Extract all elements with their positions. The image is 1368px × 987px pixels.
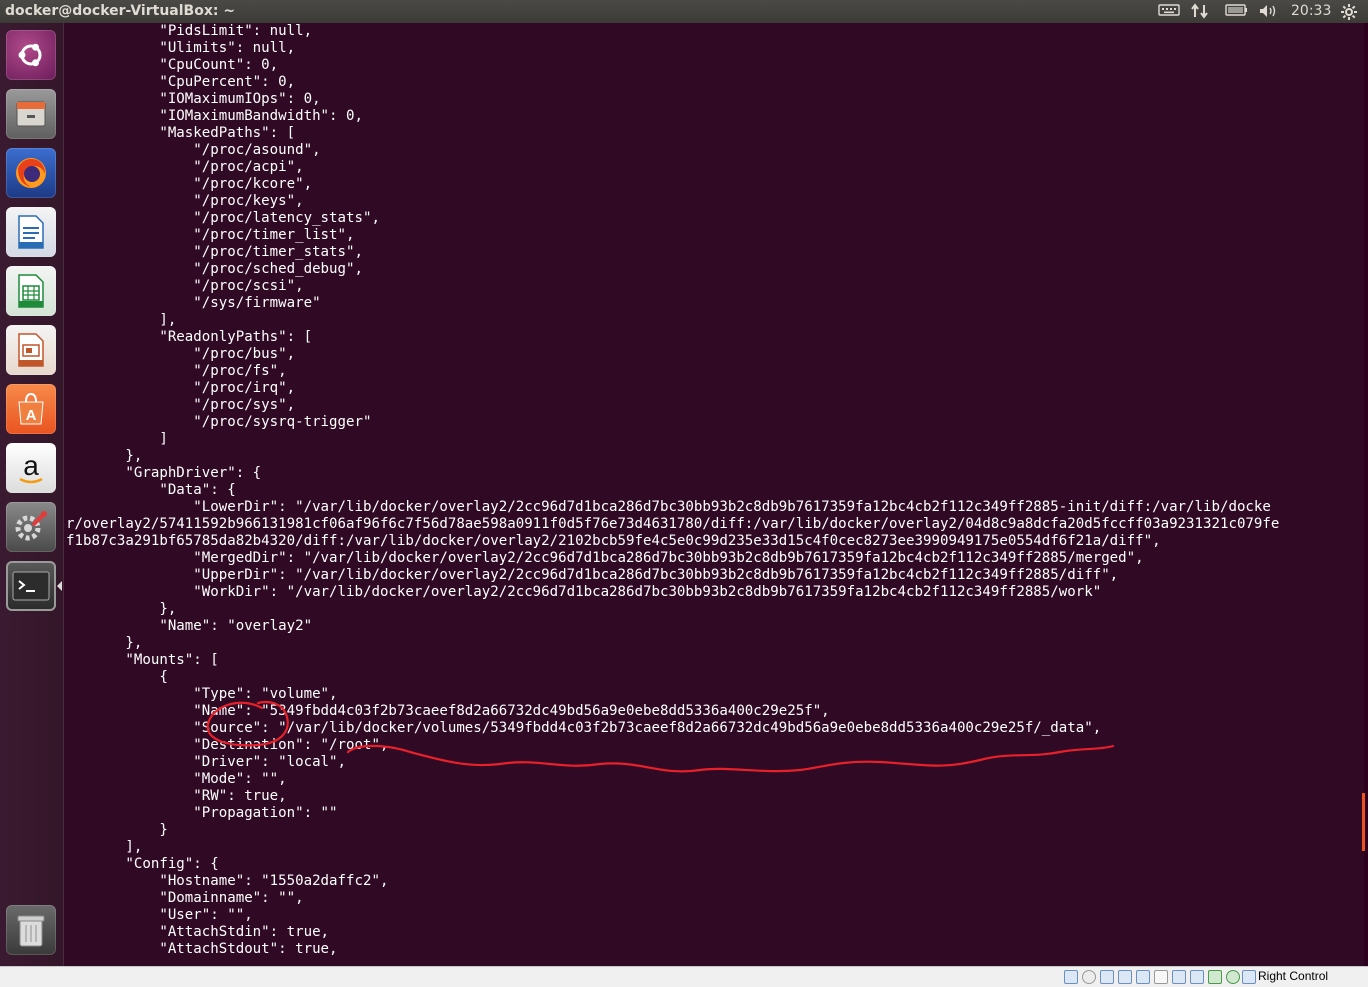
usb-icon[interactable] <box>1136 970 1150 984</box>
terminal-line: "Mounts": [ <box>66 652 219 668</box>
terminal-line: "/proc/acpi", <box>66 159 304 175</box>
terminal-text: "PidsLimit": null, "Ulimits": null, "Cpu… <box>66 23 1279 958</box>
terminal-line: r/overlay2/57411592b966131981cf06af96f6c… <box>66 516 1280 532</box>
terminal-line: "Propagation": "" <box>66 805 338 821</box>
audio-icon[interactable] <box>1100 970 1114 984</box>
terminal-line: "Destination": "/root", <box>66 737 389 753</box>
terminal-output[interactable]: "PidsLimit": null, "Ulimits": null, "Cpu… <box>64 23 1364 966</box>
terminal-line: "Data": { <box>66 482 236 498</box>
terminal-line: "/proc/keys", <box>66 193 304 209</box>
terminal-line: "/proc/scsi", <box>66 278 304 294</box>
terminal-line: "Hostname": "1550a2daffc2", <box>66 873 389 889</box>
shared-folder-icon[interactable] <box>1154 970 1168 984</box>
ubuntu-logo-icon[interactable] <box>6 30 56 80</box>
terminal-line: "UpperDir": "/var/lib/docker/overlay2/2c… <box>66 567 1119 583</box>
volume-icon[interactable] <box>1258 3 1278 23</box>
terminal-line: }, <box>66 448 143 464</box>
terminal-line: "RW": true, <box>66 788 287 804</box>
terminal-line: "IOMaximumBandwidth": 0, <box>66 108 363 124</box>
video-capture-icon[interactable] <box>1190 970 1204 984</box>
terminal-line: "/proc/fs", <box>66 363 287 379</box>
terminal-line: "/proc/latency_stats", <box>66 210 380 226</box>
virtualbox-statusbar: Right Control <box>0 966 1368 987</box>
terminal-line: "/proc/kcore", <box>66 176 313 192</box>
terminal-scrollbar[interactable] <box>1362 793 1365 851</box>
clock[interactable]: 20:33 <box>1291 3 1331 19</box>
display-icon[interactable] <box>1172 970 1186 984</box>
terminal-line: "AttachStdin": true, <box>66 924 330 940</box>
terminal-line: "MergedDir": "/var/lib/docker/overlay2/2… <box>66 550 1144 566</box>
terminal-line: } <box>66 822 168 838</box>
terminal-line: "/proc/timer_list", <box>66 227 355 243</box>
terminal-line: f1b87c3a291bf65785da82b4320/diff:/var/li… <box>66 533 1161 549</box>
mouse-integration-icon[interactable] <box>1226 970 1240 984</box>
terminal-line: ] <box>66 431 168 447</box>
terminal-line: "GraphDriver": { <box>66 465 262 481</box>
battery-icon[interactable] <box>1225 3 1249 21</box>
terminal-line: "AttachStdout": true, <box>66 941 338 957</box>
terminal-line: "WorkDir": "/var/lib/docker/overlay2/2cc… <box>66 584 1102 600</box>
presentation-icon[interactable] <box>6 325 56 375</box>
terminal-line: "CpuCount": 0, <box>66 57 279 73</box>
terminal-line: }, <box>66 601 177 617</box>
network-icon[interactable] <box>1118 970 1132 984</box>
svg-text:a: a <box>23 450 39 481</box>
terminal-line: "/proc/irq", <box>66 380 296 396</box>
top-panel: docker@docker-VirtualBox: ~ 20:33 <box>0 0 1368 23</box>
terminal-line: { <box>66 669 168 685</box>
active-indicator <box>57 581 62 591</box>
host-key-label: Right Control <box>1258 969 1329 983</box>
hard-disk-icon[interactable] <box>1064 970 1078 984</box>
terminal-line: "Name": "5349fbdd4c03f2b73caeef8d2a66732… <box>66 703 830 719</box>
launcher: A a <box>0 23 64 966</box>
terminal-line: ], <box>66 839 143 855</box>
spreadsheet-icon[interactable] <box>6 266 56 316</box>
terminal-line: "Domainname": "", <box>66 890 304 906</box>
terminal-line: "CpuPercent": 0, <box>66 74 296 90</box>
terminal-line: "/proc/asound", <box>66 142 321 158</box>
terminal-line: "/proc/sys", <box>66 397 296 413</box>
window-title: docker@docker-VirtualBox: ~ <box>5 3 236 19</box>
cpu-icon[interactable] <box>1208 970 1222 984</box>
terminal-line: "Source": "/var/lib/docker/volumes/5349f… <box>66 720 1102 736</box>
settings-wrench-icon[interactable] <box>6 502 56 552</box>
terminal-line: "Config": { <box>66 856 219 872</box>
terminal-line: "MaskedPaths": [ <box>66 125 296 141</box>
terminal-line: "Type": "volume", <box>66 686 338 702</box>
terminal-line: "Ulimits": null, <box>66 40 296 56</box>
terminal-line: "/proc/timer_stats", <box>66 244 363 260</box>
terminal-line: "Name": "overlay2" <box>66 618 313 634</box>
terminal-line: "/proc/sched_debug", <box>66 261 363 277</box>
document-icon[interactable] <box>6 207 56 257</box>
terminal-line: "/sys/firmware" <box>66 295 321 311</box>
terminal-line: "/proc/bus", <box>66 346 296 362</box>
terminal-line: "PidsLimit": null, <box>66 23 313 39</box>
terminal-line: "Driver": "local", <box>66 754 347 770</box>
terminal-line: "ReadonlyPaths": [ <box>66 329 313 345</box>
amazon-icon[interactable]: a <box>6 443 56 493</box>
file-cabinet-icon[interactable] <box>6 89 56 139</box>
gear-icon[interactable] <box>1340 3 1358 25</box>
terminal-icon[interactable] <box>6 561 56 611</box>
svg-text:A: A <box>26 407 37 424</box>
shopping-bag-icon[interactable]: A <box>6 384 56 434</box>
terminal-line: ], <box>66 312 177 328</box>
firefox-icon[interactable] <box>6 148 56 198</box>
trash-icon[interactable] <box>6 905 56 955</box>
optical-drive-icon[interactable] <box>1082 970 1096 984</box>
terminal-line: "/proc/sysrq-trigger" <box>66 414 372 430</box>
terminal-line: "User": "", <box>66 907 253 923</box>
network-updown-icon[interactable] <box>1190 3 1210 23</box>
terminal-line: "Mode": "", <box>66 771 287 787</box>
keyboard-capture-icon[interactable] <box>1242 970 1256 984</box>
terminal-line: "LowerDir": "/var/lib/docker/overlay2/2c… <box>66 499 1271 515</box>
keyboard-icon[interactable] <box>1158 3 1180 21</box>
terminal-line: "IOMaximumIOps": 0, <box>66 91 321 107</box>
terminal-line: }, <box>66 635 143 651</box>
